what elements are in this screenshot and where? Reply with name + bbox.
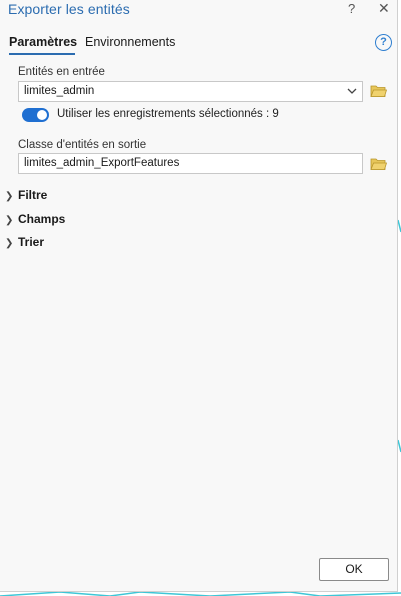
help-circle-icon[interactable]: ?: [375, 34, 392, 51]
use-selected-label: Utiliser les enregistrements sélectionné…: [57, 108, 279, 120]
section-filtre[interactable]: ❯ Filtre: [5, 188, 47, 204]
help-button[interactable]: ?: [348, 1, 355, 16]
output-class-label: Classe d'entités en sortie: [18, 139, 147, 151]
pane-titlebar: Exporter les entités ? ✕: [0, 0, 398, 22]
export-features-pane: Exporter les entités ? ✕ Paramètres Envi…: [0, 0, 398, 592]
folder-icon[interactable]: [370, 157, 387, 171]
map-lines: [0, 592, 401, 596]
section-champs[interactable]: ❯ Champs: [5, 212, 65, 228]
output-class-value: limites_admin_ExportFeatures: [24, 157, 180, 169]
close-icon[interactable]: ✕: [378, 0, 390, 17]
chevron-right-icon: ❯: [5, 238, 14, 249]
ok-button[interactable]: OK: [319, 558, 389, 581]
tab-parametres[interactable]: Paramètres: [9, 35, 77, 49]
chevron-right-icon: ❯: [5, 191, 14, 202]
output-class-field[interactable]: limites_admin_ExportFeatures: [18, 153, 363, 174]
use-selected-toggle[interactable]: [22, 108, 49, 122]
section-trier[interactable]: ❯ Trier: [5, 235, 44, 251]
folder-icon[interactable]: [370, 84, 387, 98]
map-background-bottom: [0, 592, 401, 596]
input-features-label: Entités en entrée: [18, 66, 105, 78]
tab-environnements[interactable]: Environnements: [85, 35, 175, 49]
active-tab-indicator: [9, 53, 75, 55]
chevron-down-icon[interactable]: [347, 86, 357, 96]
chevron-right-icon: ❯: [5, 215, 14, 226]
pane-title: Exporter les entités: [8, 1, 130, 17]
input-features-dropdown[interactable]: limites_admin: [18, 81, 363, 102]
input-features-value: limites_admin: [24, 85, 95, 97]
toggle-knob: [37, 110, 47, 120]
